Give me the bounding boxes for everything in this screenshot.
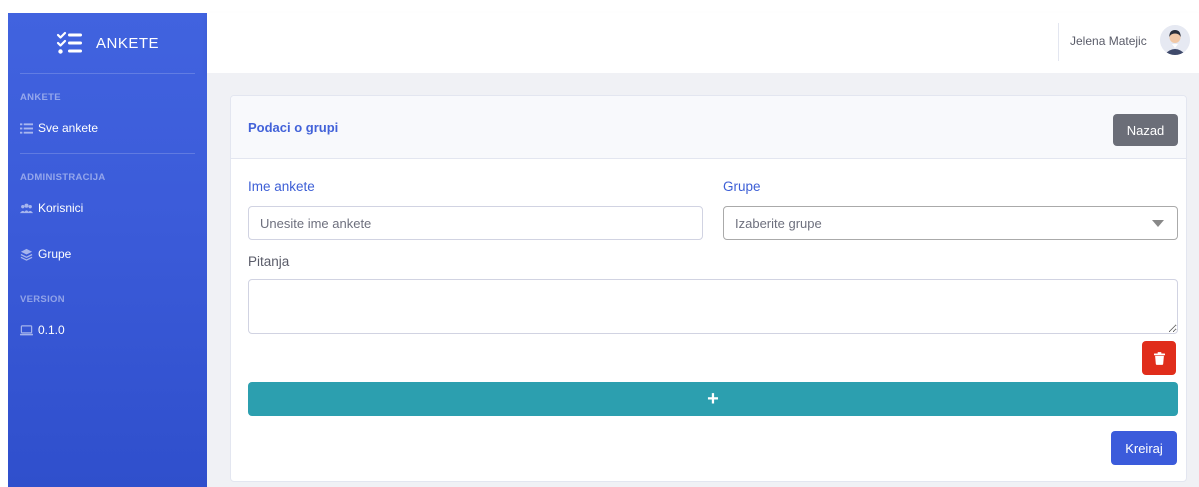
sidebar-item-label: Sve ankete [38, 121, 99, 135]
card-title: Podaci o grupi [248, 120, 339, 135]
add-question-button[interactable]: + [248, 382, 1178, 416]
groups-select-value: Izaberite grupe [735, 215, 822, 231]
user-name[interactable]: Jelena Matejic [1070, 34, 1147, 48]
group-form-card: Podaci o grupi Nazad Ime ankete Grupe Iz… [230, 95, 1187, 482]
users-icon [20, 203, 33, 213]
version-label: 0.1.0 [38, 323, 65, 337]
avatar[interactable] [1160, 25, 1190, 55]
topbar: Jelena Matejic [207, 13, 1199, 73]
sidebar-heading-ankete: ANKETE [20, 92, 61, 103]
sidebar-heading-version: VERSION [20, 294, 65, 305]
sidebar-item-sve-ankete[interactable]: Sve ankete [8, 121, 207, 135]
question-textarea[interactable] [248, 279, 1178, 334]
survey-name-input[interactable] [248, 206, 703, 240]
layers-icon [20, 248, 33, 261]
sidebar-item-label: Korisnici [38, 201, 84, 215]
brand-name: ANKETE [95, 34, 159, 52]
sidebar-item-label: Grupe [38, 247, 72, 261]
sidebar: ANKETE ANKETE Sve ankete ADMINISTRACIJA … [8, 13, 207, 487]
create-button[interactable]: Kreiraj [1111, 431, 1177, 465]
survey-name-label: Ime ankete [248, 179, 315, 194]
groups-select[interactable]: Izaberite grupe [723, 206, 1178, 240]
sidebar-heading-administracija: ADMINISTRACIJA [20, 172, 106, 183]
checklist-icon [56, 31, 82, 54]
delete-question-button[interactable] [1142, 341, 1176, 375]
back-button[interactable]: Nazad [1113, 114, 1178, 146]
groups-label: Grupe [723, 179, 761, 194]
list-icon [20, 122, 33, 134]
sidebar-item-korisnici[interactable]: Korisnici [8, 201, 207, 215]
sidebar-divider [20, 73, 195, 74]
sidebar-item-version: 0.1.0 [8, 323, 207, 337]
chevron-down-icon [1152, 220, 1164, 227]
brand[interactable]: ANKETE [8, 13, 207, 73]
card-header: Podaci o grupi Nazad [231, 96, 1186, 159]
user-avatar-icon [1160, 25, 1190, 55]
sidebar-item-grupe[interactable]: Grupe [8, 247, 207, 261]
sidebar-divider [20, 153, 195, 154]
laptop-icon [20, 324, 33, 335]
trash-icon [1153, 351, 1165, 365]
questions-label: Pitanja [248, 254, 290, 269]
topbar-divider [1058, 23, 1059, 61]
